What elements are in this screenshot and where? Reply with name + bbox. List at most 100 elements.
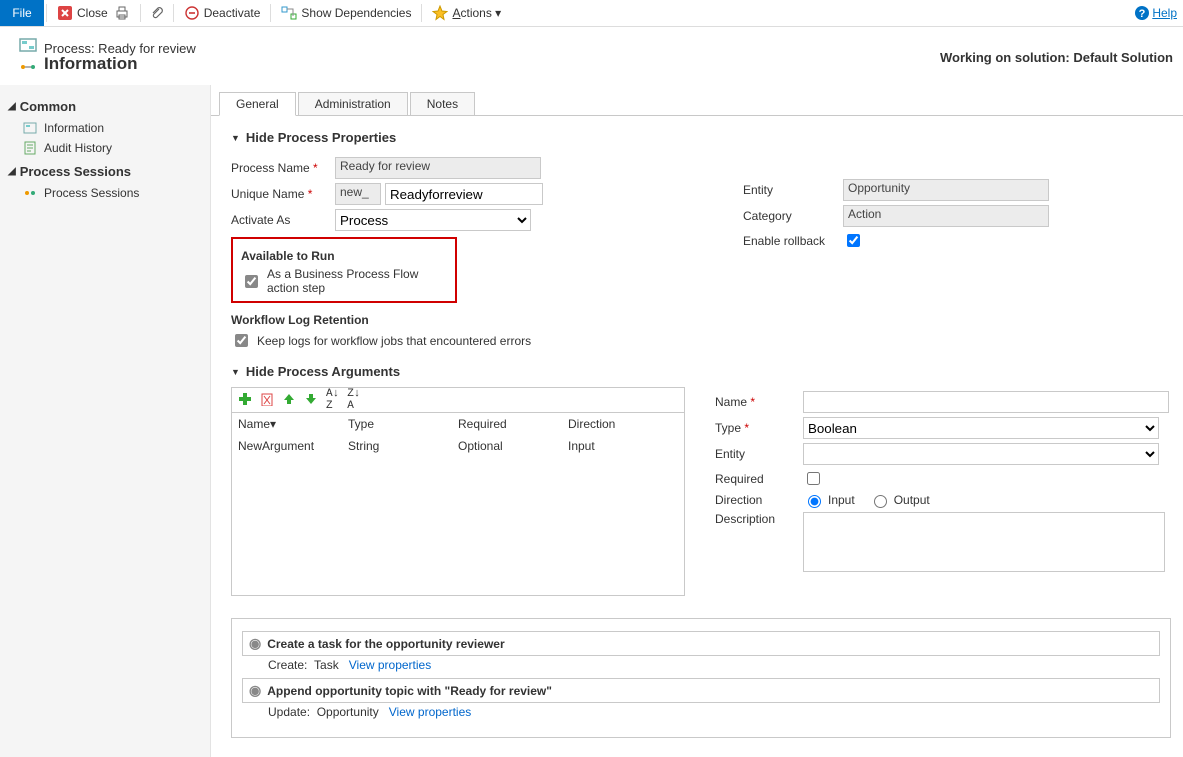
arg-label-description: Description bbox=[715, 512, 803, 526]
radio-input[interactable]: Input bbox=[803, 492, 855, 508]
process-icon bbox=[18, 35, 38, 58]
close-label: Close bbox=[77, 6, 108, 20]
move-down-icon[interactable] bbox=[304, 392, 318, 409]
checkbox-keep-logs-label: Keep logs for workflow jobs that encount… bbox=[257, 334, 531, 348]
print-icon[interactable] bbox=[114, 5, 130, 21]
step-row-1: ◉ Create a task for the opportunity revi… bbox=[242, 631, 1160, 678]
step-2-title-row[interactable]: ◉ Append opportunity topic with "Ready f… bbox=[242, 678, 1160, 703]
sessions-icon bbox=[22, 185, 38, 201]
label-process-name: Process Name bbox=[231, 161, 335, 175]
label-enable-rollback: Enable rollback bbox=[743, 234, 843, 248]
nav-audit-history[interactable]: Audit History bbox=[8, 138, 204, 158]
svg-text:?: ? bbox=[1139, 8, 1146, 20]
step-2-title: Append opportunity topic with "Ready for… bbox=[267, 684, 552, 698]
toolbar: File Close Deactivate Show Depend bbox=[0, 0, 1183, 27]
args-header-row: Name▾ Type Required Direction bbox=[232, 413, 684, 435]
checkbox-keep-logs[interactable]: Keep logs for workflow jobs that encount… bbox=[231, 331, 543, 350]
help-icon: ? bbox=[1134, 5, 1150, 21]
step-1-action: Create: bbox=[268, 658, 307, 672]
highlight-available-to-run: Available to Run As a Business Process F… bbox=[231, 237, 457, 303]
checkbox-bpf-action-step[interactable]: As a Business Process Flow action step bbox=[241, 267, 447, 295]
add-icon[interactable] bbox=[238, 392, 252, 409]
show-deps-button[interactable]: Show Dependencies bbox=[281, 5, 411, 21]
col-type[interactable]: Type bbox=[348, 417, 458, 431]
args-row[interactable]: NewArgument String Optional Input bbox=[232, 435, 684, 457]
col-required[interactable]: Required bbox=[458, 417, 568, 431]
close-button[interactable]: Close bbox=[57, 5, 108, 21]
section-hide-process-args[interactable]: ▼Hide Process Arguments bbox=[231, 364, 1171, 379]
step-2-action: Update: bbox=[268, 705, 310, 719]
section-hide-process-props[interactable]: ▼Hide Process Properties bbox=[231, 130, 1171, 145]
arg-field-description[interactable] bbox=[803, 512, 1165, 572]
field-entity: Opportunity bbox=[843, 179, 1049, 201]
tab-notes[interactable]: Notes bbox=[410, 92, 475, 115]
checkbox-keep-logs-input[interactable] bbox=[235, 334, 248, 347]
steps-container: ◉ Create a task for the opportunity revi… bbox=[231, 618, 1171, 738]
deactivate-label: Deactivate bbox=[204, 6, 261, 20]
col-name[interactable]: Name▾ bbox=[238, 417, 348, 431]
main-content: General Administration Notes ▼Hide Proce… bbox=[211, 85, 1183, 757]
field-category: Action bbox=[843, 205, 1049, 227]
tab-general[interactable]: General bbox=[219, 92, 296, 116]
file-menu[interactable]: File bbox=[0, 0, 44, 26]
arg-field-name[interactable] bbox=[803, 391, 1169, 413]
bullet-icon: ◉ bbox=[249, 635, 261, 652]
field-unique-name[interactable] bbox=[385, 183, 543, 205]
arg-field-type[interactable]: Boolean bbox=[803, 417, 1159, 439]
audit-icon bbox=[22, 140, 38, 156]
checkbox-enable-rollback[interactable] bbox=[847, 234, 860, 247]
field-unique-prefix: new_ bbox=[335, 183, 381, 205]
args-table: Name▾ Type Required Direction NewArgumen… bbox=[231, 413, 685, 596]
step-1-view-link[interactable]: View properties bbox=[349, 658, 432, 672]
step-1-title: Create a task for the opportunity review… bbox=[267, 637, 504, 651]
arg-field-entity[interactable] bbox=[803, 443, 1159, 465]
checkbox-bpf-input[interactable] bbox=[245, 275, 258, 288]
radio-output[interactable]: Output bbox=[869, 492, 930, 508]
arg-label-direction: Direction bbox=[715, 493, 803, 507]
actions-icon bbox=[432, 5, 448, 21]
cell-required: Optional bbox=[458, 439, 568, 453]
header: Process: Ready for review Information Wo… bbox=[0, 27, 1183, 85]
info-icon bbox=[22, 120, 38, 136]
tabs: General Administration Notes bbox=[211, 85, 1183, 116]
field-process-name: Ready for review bbox=[335, 157, 541, 179]
step-1-title-row[interactable]: ◉ Create a task for the opportunity revi… bbox=[242, 631, 1160, 656]
arg-label-required: Required bbox=[715, 472, 803, 486]
label-entity: Entity bbox=[743, 183, 843, 197]
help-link[interactable]: ? Help bbox=[1134, 5, 1177, 21]
label-activate-as: Activate As bbox=[231, 213, 335, 227]
sort-asc-icon[interactable]: A↓Z bbox=[326, 388, 339, 412]
cell-name: NewArgument bbox=[238, 439, 348, 453]
deactivate-icon bbox=[184, 5, 200, 21]
label-unique-name: Unique Name bbox=[231, 187, 335, 201]
arg-field-required[interactable] bbox=[807, 472, 820, 485]
label-available-to-run: Available to Run bbox=[241, 249, 447, 263]
attachment-icon[interactable] bbox=[149, 5, 165, 21]
step-2-target: Opportunity bbox=[317, 705, 379, 719]
left-nav: ◢Common Information Audit History ◢Proce… bbox=[0, 85, 211, 757]
workflow-icon bbox=[19, 58, 37, 79]
page-title: Information bbox=[44, 54, 196, 74]
label-category: Category bbox=[743, 209, 843, 223]
cell-direction: Input bbox=[568, 439, 678, 453]
delete-icon[interactable] bbox=[260, 392, 274, 409]
nav-process-sessions[interactable]: Process Sessions bbox=[8, 183, 204, 203]
field-activate-as[interactable]: Process bbox=[335, 209, 531, 231]
args-toolbar: A↓Z Z↓A bbox=[231, 387, 685, 413]
actions-menu[interactable]: AActionsctions ▾ bbox=[432, 5, 501, 21]
show-deps-label: Show Dependencies bbox=[301, 6, 411, 20]
nav-section-sessions[interactable]: ◢Process Sessions bbox=[8, 164, 204, 179]
arg-label-type: Type bbox=[715, 421, 803, 435]
arg-label-entity: Entity bbox=[715, 447, 803, 461]
nav-section-common[interactable]: ◢Common bbox=[8, 99, 204, 114]
cell-type: String bbox=[348, 439, 458, 453]
tab-administration[interactable]: Administration bbox=[298, 92, 408, 115]
col-direction[interactable]: Direction bbox=[568, 417, 678, 431]
label-log-retention: Workflow Log Retention bbox=[231, 313, 543, 327]
close-icon bbox=[57, 5, 73, 21]
step-2-view-link[interactable]: View properties bbox=[389, 705, 472, 719]
move-up-icon[interactable] bbox=[282, 392, 296, 409]
nav-information[interactable]: Information bbox=[8, 118, 204, 138]
sort-desc-icon[interactable]: Z↓A bbox=[347, 388, 360, 412]
deactivate-button[interactable]: Deactivate bbox=[184, 5, 261, 21]
